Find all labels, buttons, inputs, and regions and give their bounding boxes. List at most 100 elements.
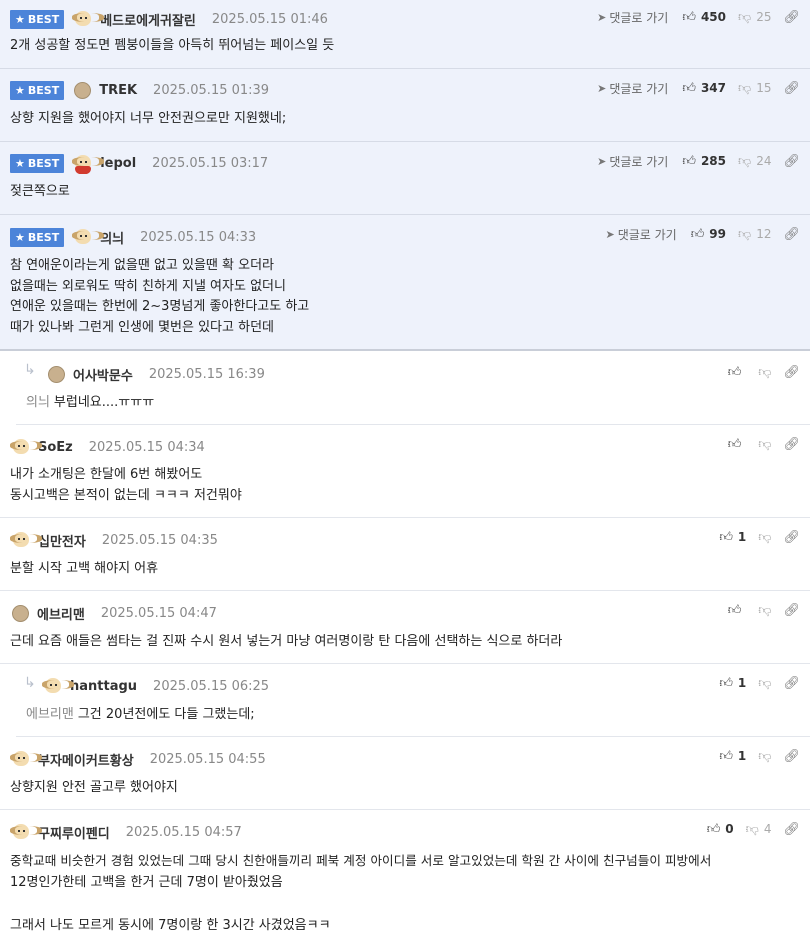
author-nick[interactable]: 베드로에게귀잘린 (100, 10, 196, 29)
dog-avatar[interactable] (10, 748, 42, 770)
comment-header: ★ BEST TREK 2025.05.15 01:39 (10, 80, 269, 100)
reply-item: ↳ 어사박문수 2025.05.15 16:39 👍︎ 👎︎ 🔗︎ 의늬 부럽네요… (16, 351, 810, 425)
dislike-button[interactable]: 👎︎ 24 (738, 154, 771, 169)
dislike-button[interactable]: 👎︎ (758, 749, 771, 764)
dislike-button[interactable]: 👎︎ 4 (746, 822, 772, 837)
link-icon[interactable]: 🔗︎ (783, 530, 800, 545)
link-icon[interactable]: 🔗︎ (783, 227, 800, 242)
author-nick[interactable]: lepol (100, 156, 136, 171)
comment-header: 십만전자 2025.05.15 04:35 (10, 530, 218, 550)
link-icon[interactable]: 🔗︎ (783, 437, 800, 452)
link-icon[interactable]: 🔗︎ (783, 154, 800, 169)
author-nick[interactable]: hanttagu (70, 679, 137, 694)
link-icon[interactable]: 🔗︎ (783, 365, 800, 380)
comment-actions: 👍︎ 1 👎︎ 🔗︎ (719, 746, 800, 766)
dog-avatar[interactable] (42, 675, 74, 697)
send-arrow-icon: ➤ (597, 154, 607, 168)
like-button[interactable]: 👍︎ (728, 603, 747, 618)
thumbs-down-icon: 👎︎ (758, 748, 772, 764)
comment-actions: 👍︎ 1 👎︎ 🔗︎ (719, 527, 800, 547)
comment-item: ★ BEST 베드로에게귀잘린 2025.05.15 01:46 ➤ 댓글로 가기 … (0, 0, 810, 69)
comment-body: 분할 시작 고백 해야지 어휴 (10, 561, 159, 576)
dislike-button[interactable]: 👎︎ (758, 676, 771, 691)
comment-header: 어사박문수 2025.05.15 16:39 (46, 364, 265, 384)
goto-comment-link[interactable]: ➤ 댓글로 가기 (605, 226, 676, 243)
like-button[interactable]: 👍︎ 1 (719, 676, 746, 691)
dog-avatar[interactable] (72, 8, 105, 30)
comment-header: hanttagu 2025.05.15 06:25 (42, 676, 269, 696)
author-nick[interactable]: 부자메이커트황상 (38, 750, 134, 769)
dog-avatar[interactable] (10, 529, 42, 551)
link-icon[interactable]: 🔗︎ (783, 10, 800, 25)
dislike-button[interactable]: 👎︎ 15 (738, 81, 771, 96)
comment-header: ★ BEST lepol 2025.05.15 03:17 (10, 152, 269, 174)
author-nick[interactable]: 구찌루이펜디 (38, 823, 110, 842)
goto-comment-link[interactable]: ➤ 댓글로 가기 (597, 153, 668, 170)
dislike-button[interactable]: 👎︎ (758, 365, 771, 380)
best-badge: ★ BEST (10, 80, 65, 100)
circle-avatar[interactable] (12, 604, 29, 622)
red-dog-avatar[interactable] (72, 152, 105, 174)
goto-comment-link[interactable]: ➤ 댓글로 가기 (597, 80, 668, 97)
author-nick[interactable]: 에브리맨 (37, 604, 85, 623)
like-button[interactable]: 👍︎ (728, 437, 747, 452)
comment-item: SoEz 2025.05.15 04:34 👍︎ 👎︎ 🔗︎ 내가 소개팅은 한… (0, 425, 810, 518)
thumbs-up-icon: 👍︎ (682, 80, 696, 96)
like-button[interactable]: 👍︎ 1 (719, 530, 746, 545)
author-nick[interactable]: 십만전자 (38, 531, 86, 550)
like-button[interactable]: 👍︎ 99 (691, 227, 726, 242)
author-nick[interactable]: 어사박문수 (73, 365, 133, 384)
author-nick[interactable]: TREK (99, 83, 137, 98)
best-badge: ★ BEST (10, 9, 65, 29)
like-button[interactable]: 👍︎ (728, 365, 747, 380)
thumbs-down-icon: 👎︎ (738, 226, 752, 242)
comment-date: 2025.05.15 03:17 (152, 155, 269, 171)
comment-body: 참 연애운이라는게 없을땐 없고 있을땐 확 오더라 없을때는 외로워도 딱히 … (10, 258, 310, 335)
dislike-button[interactable]: 👎︎ (758, 603, 771, 618)
thumbs-up-icon: 👍︎ (727, 602, 742, 618)
dog-avatar[interactable] (72, 226, 105, 248)
link-icon[interactable]: 🔗︎ (783, 676, 800, 691)
comment-date: 2025.05.15 04:34 (88, 439, 205, 455)
thumbs-up-icon: 👍︎ (690, 226, 705, 242)
thumbs-up-icon: 👍︎ (719, 748, 733, 764)
like-button[interactable]: 👍︎ 347 (682, 81, 726, 96)
thumbs-down-icon: 👎︎ (745, 821, 759, 837)
link-icon[interactable]: 🔗︎ (783, 603, 800, 618)
dislike-button[interactable]: 👎︎ 12 (738, 227, 771, 242)
comment-item: ★ BEST TREK 2025.05.15 01:39 ➤ 댓글로 가기 👍︎ 34… (0, 69, 810, 142)
like-button[interactable]: 👍︎ 450 (682, 10, 726, 25)
comment-item: ★ BEST lepol 2025.05.15 03:17 ➤ 댓글로 가기 👍︎ 2… (0, 142, 810, 215)
thumbs-up-icon: 👍︎ (706, 821, 721, 837)
goto-comment-link[interactable]: ➤ 댓글로 가기 (597, 9, 668, 26)
mention-nick[interactable]: 에브리맨 (26, 707, 74, 722)
dog-avatar[interactable] (10, 821, 42, 843)
comment-date: 2025.05.15 16:39 (148, 366, 265, 382)
like-button[interactable]: 👍︎ 0 (707, 822, 734, 837)
comment-actions: 👍︎ 👎︎ 🔗︎ (728, 434, 800, 454)
circle-avatar[interactable] (48, 365, 65, 383)
thumbs-down-icon: 👎︎ (738, 9, 752, 25)
dislike-button[interactable]: 👎︎ (758, 437, 771, 452)
comment-actions: 👍︎ 0 👎︎ 4 🔗︎ (707, 819, 800, 839)
link-icon[interactable]: 🔗︎ (783, 749, 800, 764)
comment-body: 젖큰쪽으로 (10, 184, 70, 199)
reply-arrow-icon: ↳ (24, 362, 36, 378)
comment-header: ★ BEST 의늬 2025.05.15 04:33 (10, 227, 256, 247)
like-button[interactable]: 👍︎ 285 (682, 154, 726, 169)
link-icon[interactable]: 🔗︎ (783, 822, 800, 837)
comment-date: 2025.05.15 01:46 (211, 11, 328, 27)
comment-date: 2025.05.15 04:33 (140, 229, 257, 245)
author-nick[interactable]: SoEz (38, 440, 73, 455)
dislike-button[interactable]: 👎︎ 25 (738, 10, 771, 25)
dog-avatar[interactable] (10, 436, 42, 458)
comment-date: 2025.05.15 04:35 (101, 532, 218, 548)
dislike-button[interactable]: 👎︎ (758, 530, 771, 545)
link-icon[interactable]: 🔗︎ (783, 81, 800, 96)
circle-avatar[interactable] (74, 81, 92, 99)
comment-body: 근데 요즘 애들은 썸타는 걸 진짜 수시 원서 넣는거 마냥 여러명이랑 탄 … (10, 634, 563, 649)
thumbs-down-icon: 👎︎ (738, 80, 752, 96)
star-icon: ★ (15, 156, 25, 170)
like-button[interactable]: 👍︎ 1 (719, 749, 746, 764)
mention-nick[interactable]: 의늬 (26, 395, 50, 410)
